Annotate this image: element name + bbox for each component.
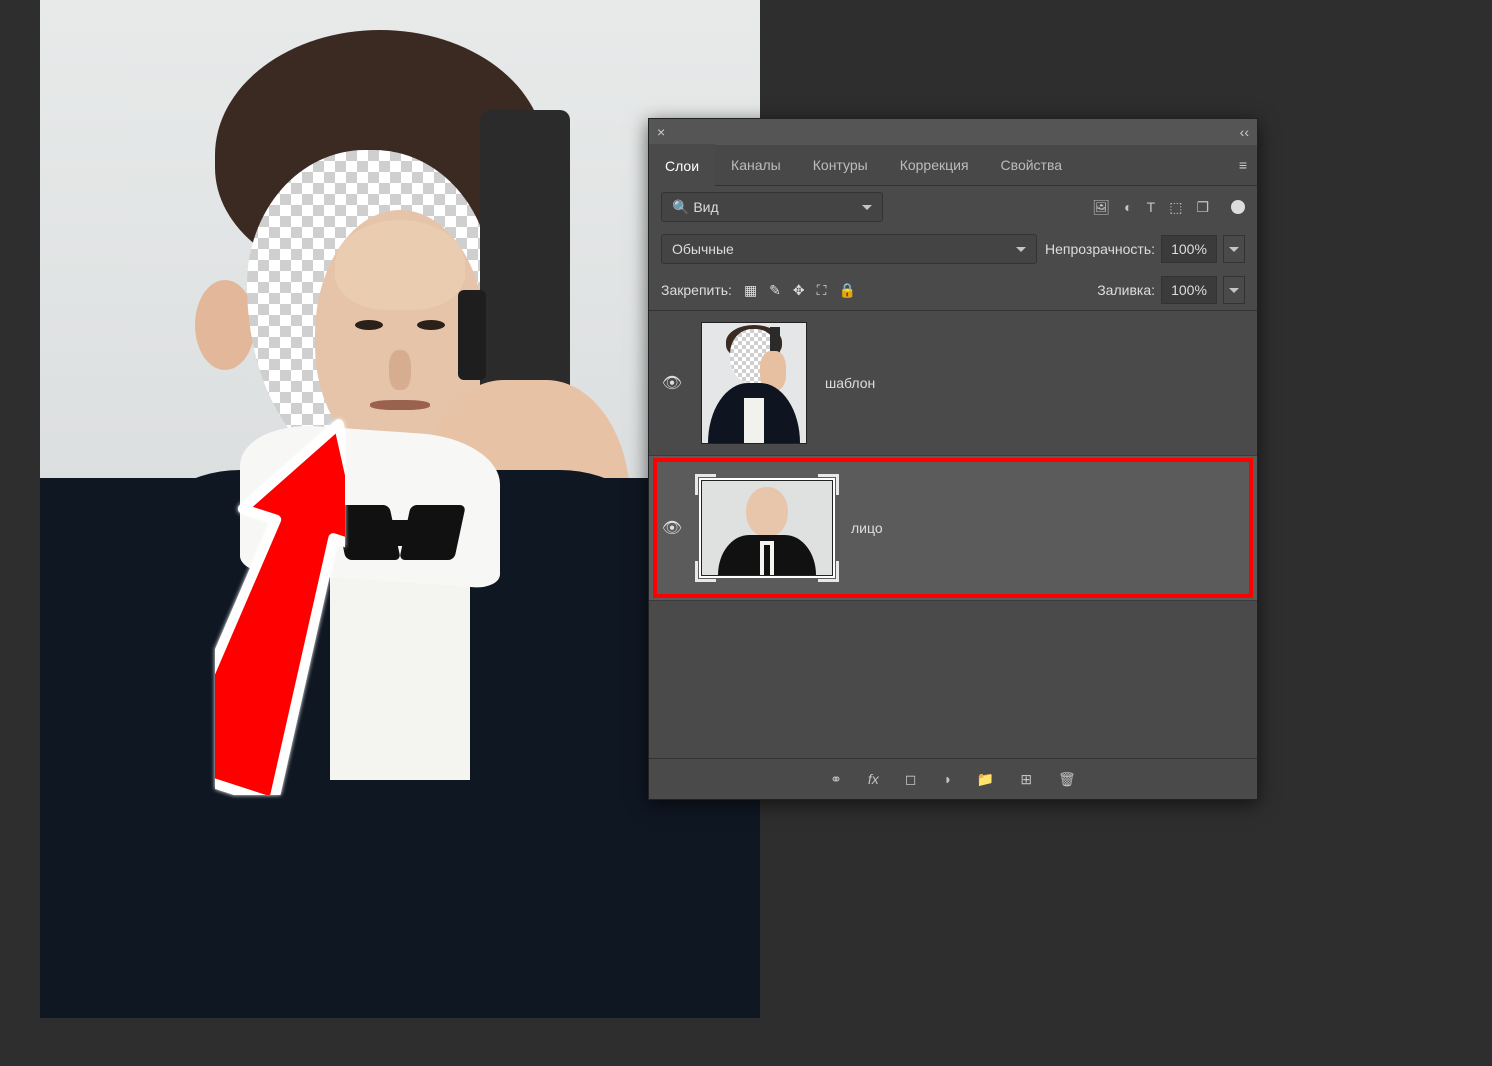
collapse-icon[interactable]: ‹‹: [1240, 124, 1249, 140]
new-layer-icon[interactable]: ⊞: [1020, 771, 1032, 788]
layer-row-face[interactable]: 👁 лицо: [649, 456, 1257, 601]
filter-toggle[interactable]: [1231, 200, 1245, 214]
lock-label: Закрепить:: [661, 282, 732, 298]
tab-adjustments[interactable]: Коррекция: [884, 145, 985, 185]
layer-thumbnail[interactable]: [701, 480, 833, 576]
opacity-dropdown[interactable]: [1223, 235, 1245, 263]
chevron-down-icon: [1016, 247, 1026, 257]
opacity-label: Непрозрачность:: [1045, 241, 1155, 257]
layer-row-template[interactable]: 👁 шаблон: [649, 311, 1257, 456]
filter-smart-icon[interactable]: ❐: [1196, 199, 1209, 216]
layers-panel: × ‹‹ Слои Каналы Контуры Коррекция Свойс…: [648, 118, 1258, 800]
fill-dropdown[interactable]: [1223, 276, 1245, 304]
annotation-arrow: [215, 415, 345, 795]
filter-kind-label: Вид: [693, 199, 718, 215]
fill-label: Заливка:: [1097, 282, 1155, 298]
filter-pixel-icon[interactable]: 🖼: [1092, 199, 1110, 216]
layer-filter-bar: 🔍 Вид 🖼 ◐ T ⬚ ❐: [649, 186, 1257, 228]
new-group-icon[interactable]: 📁: [977, 771, 994, 788]
layer-name[interactable]: шаблон: [825, 375, 875, 391]
chevron-down-icon: [862, 205, 872, 215]
visibility-icon[interactable]: 👁: [661, 518, 683, 538]
layer-name[interactable]: лицо: [851, 520, 883, 536]
close-icon[interactable]: ×: [657, 124, 665, 140]
visibility-icon[interactable]: 👁: [661, 373, 683, 393]
filter-adjust-icon[interactable]: ◐: [1124, 199, 1132, 215]
blend-mode-dropdown[interactable]: Обычные: [661, 234, 1037, 264]
filter-shape-icon[interactable]: ⬚: [1169, 199, 1182, 216]
filter-text-icon[interactable]: T: [1147, 199, 1156, 215]
layers-footer: ⚭ fx ◻ ◑ 📁 ⊞ 🗑: [649, 758, 1257, 799]
filter-kind-dropdown[interactable]: 🔍 Вид: [661, 192, 883, 222]
blend-mode-value: Обычные: [672, 241, 734, 257]
delete-layer-icon[interactable]: 🗑: [1058, 771, 1076, 788]
tab-layers[interactable]: Слои: [649, 144, 715, 186]
tab-channels[interactable]: Каналы: [715, 145, 797, 185]
layer-thumbnail[interactable]: [701, 322, 807, 444]
blend-bar: Обычные Непрозрачность: 100%: [649, 228, 1257, 270]
fill-input[interactable]: 100%: [1161, 276, 1217, 304]
search-icon: 🔍: [672, 199, 689, 215]
lock-brush-icon[interactable]: ✎: [769, 282, 781, 299]
panel-menu-icon[interactable]: ≡: [1239, 157, 1247, 173]
tab-properties[interactable]: Свойства: [985, 145, 1078, 185]
link-layers-icon[interactable]: ⚭: [830, 771, 842, 788]
fx-icon[interactable]: fx: [868, 771, 879, 787]
panel-titlebar[interactable]: × ‹‹: [649, 119, 1257, 145]
lock-transparency-icon[interactable]: ▦: [744, 282, 757, 299]
chevron-down-icon: [1229, 288, 1239, 298]
lock-position-icon[interactable]: ✥: [793, 282, 805, 299]
add-adjustment-icon[interactable]: ◑: [942, 771, 950, 787]
lock-all-icon[interactable]: 🔒: [838, 282, 855, 299]
tab-paths[interactable]: Контуры: [797, 145, 884, 185]
layers-list: 👁 шаблон 👁: [649, 310, 1257, 601]
panel-tabs: Слои Каналы Контуры Коррекция Свойства ≡: [649, 145, 1257, 186]
lock-bar: Закрепить: ▦ ✎ ✥ ⛶ 🔒 Заливка: 100%: [649, 270, 1257, 310]
chevron-down-icon: [1229, 247, 1239, 257]
lock-artboard-icon[interactable]: ⛶: [817, 282, 827, 299]
add-mask-icon[interactable]: ◻: [905, 771, 917, 788]
opacity-input[interactable]: 100%: [1161, 235, 1217, 263]
